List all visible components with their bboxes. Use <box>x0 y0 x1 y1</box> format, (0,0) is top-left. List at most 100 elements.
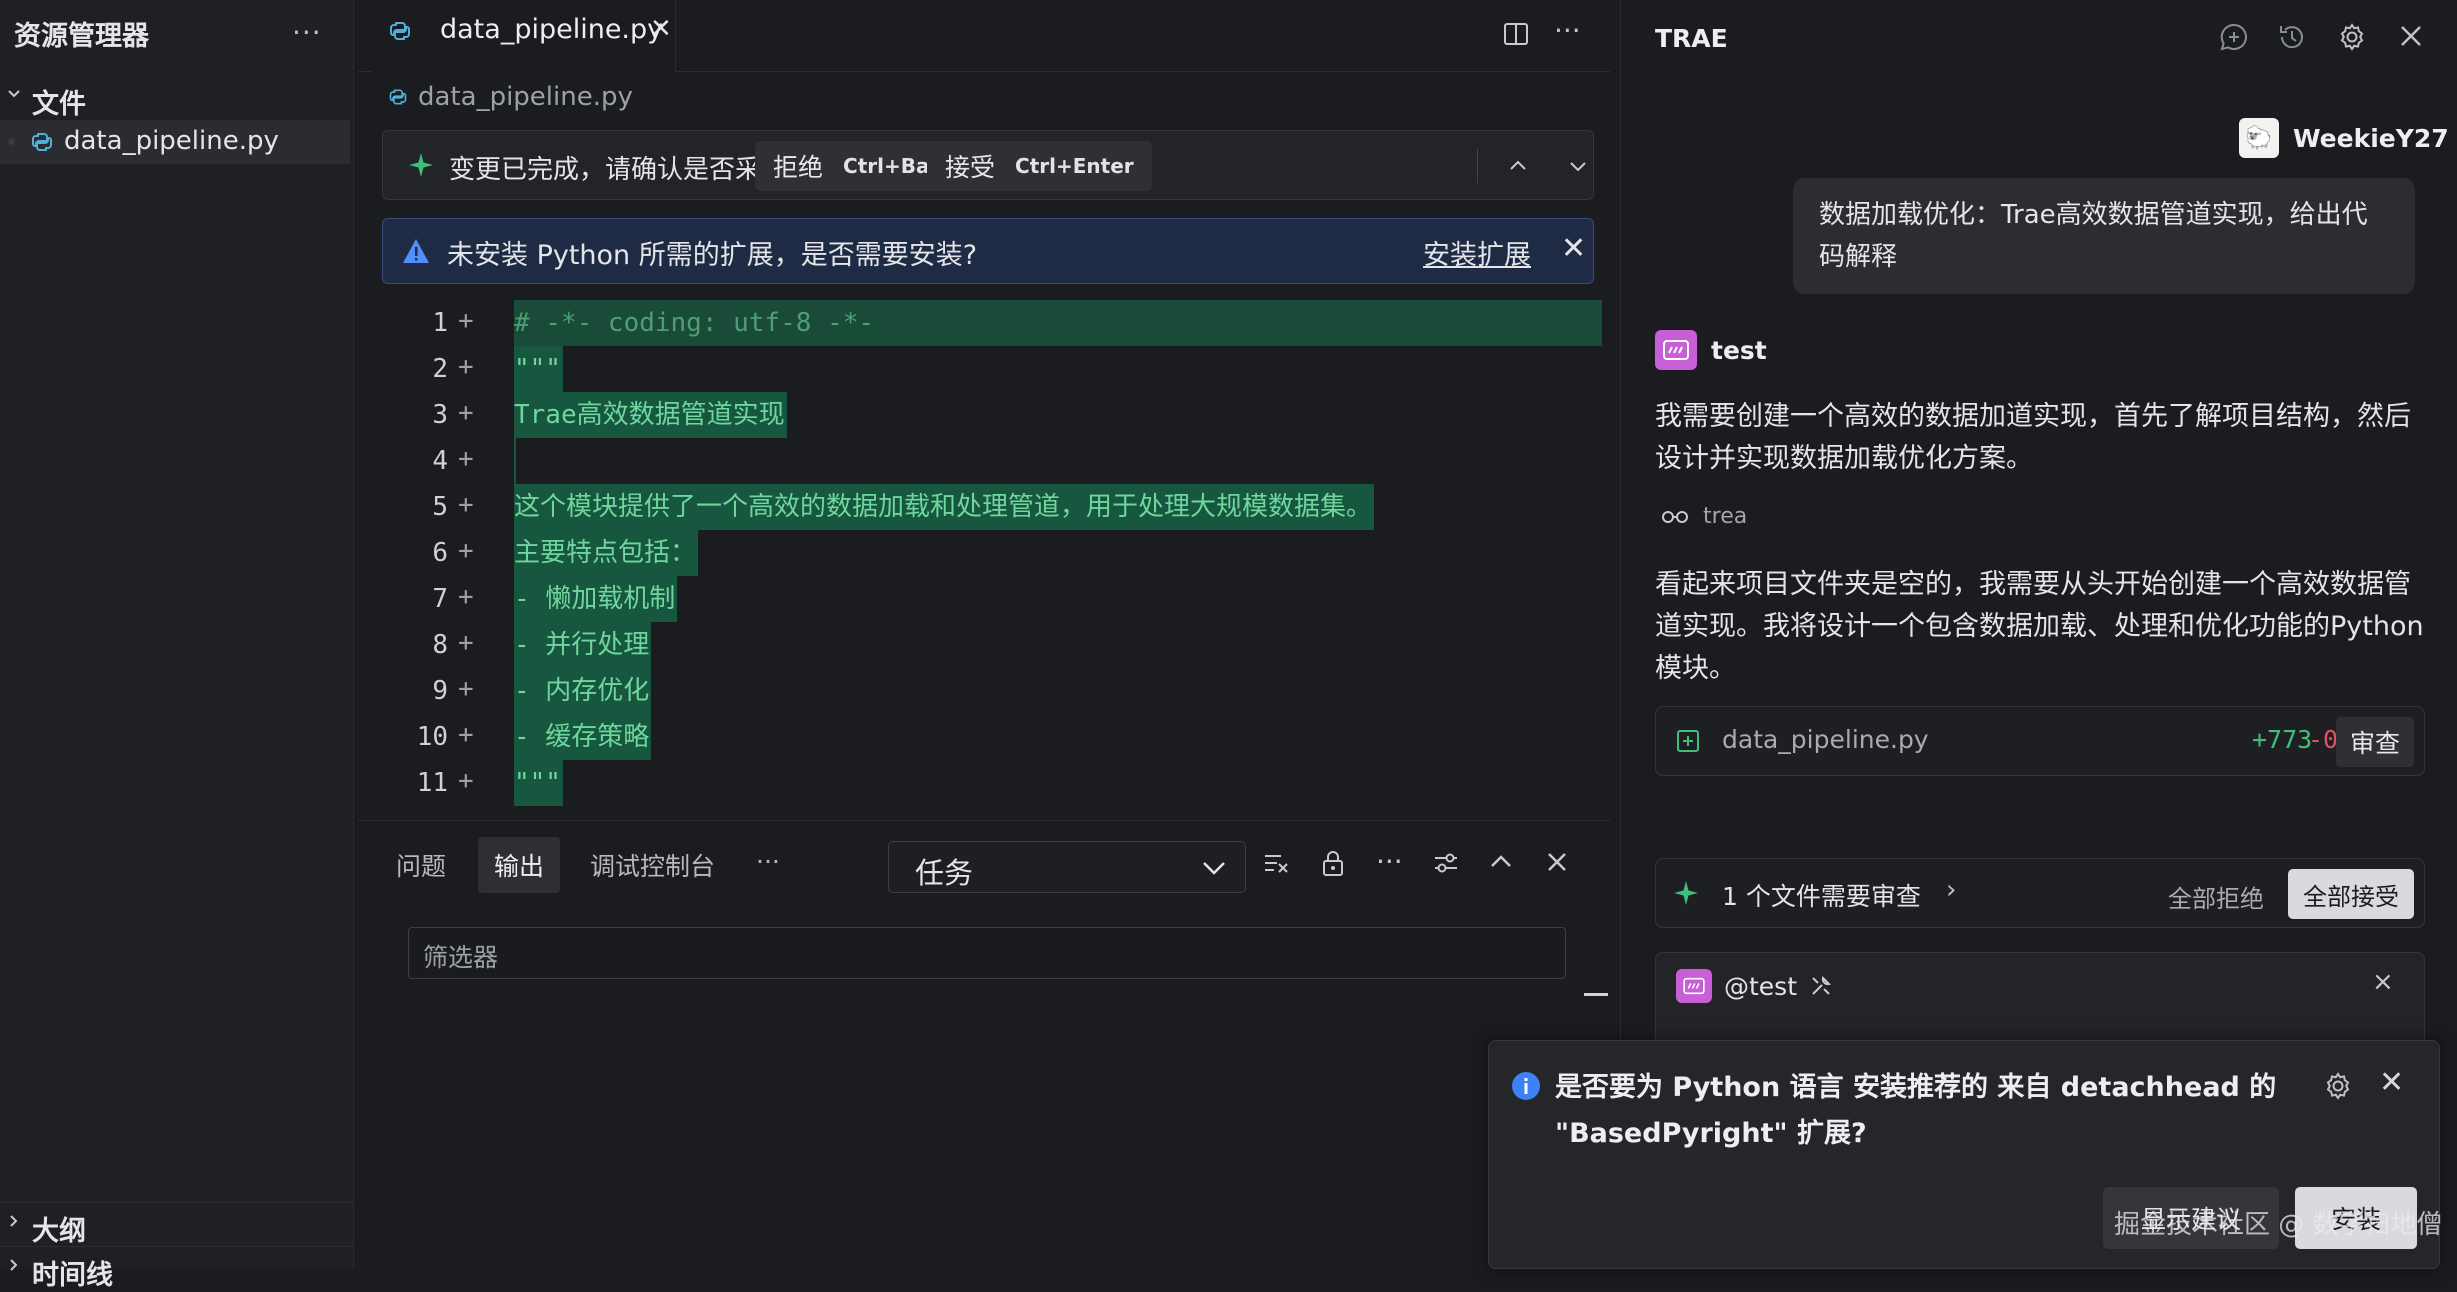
toast-close-button[interactable]: ✕ <box>2379 1065 2404 1100</box>
extension-notice-bar: 未安装 Python 所需的扩展，是否需要安装? 安装扩展 ✕ <box>382 218 1594 284</box>
code-line[interactable]: 4 + <box>358 438 1602 484</box>
lock-icon[interactable] <box>1320 849 1346 877</box>
more-actions-icon[interactable]: ··· <box>1376 845 1403 878</box>
line-number: 4 <box>432 446 448 476</box>
code-line[interactable]: 7 + - 懒加载机制 <box>358 576 1602 622</box>
code-text: """ <box>514 346 563 392</box>
added-line-marker: + <box>458 490 474 520</box>
reject-all-button[interactable]: 全部拒绝 <box>2168 879 2264 914</box>
added-line-marker: + <box>458 766 474 796</box>
code-text: - 缓存策略 <box>514 714 652 760</box>
tab-output[interactable]: 输出 <box>478 837 561 893</box>
lines-removed: -0 <box>2308 725 2339 754</box>
avatar: 🐑 <box>2239 118 2279 158</box>
code-line[interactable]: 3 + Trae高效数据管道实现 <box>358 392 1602 438</box>
files-section-header[interactable]: 文件 <box>0 78 354 120</box>
task-select[interactable]: 任务 <box>888 841 1246 893</box>
lines-added: +773 <box>2252 725 2313 754</box>
code-line[interactable]: 11 + """ <box>358 760 1602 806</box>
warning-icon <box>401 237 431 265</box>
code-line[interactable]: 8 + - 并行处理 <box>358 622 1602 668</box>
chevron-down-icon <box>6 86 22 102</box>
notice-message: 未安装 Python 所需的扩展，是否需要安装? <box>447 240 978 271</box>
editor-area: data_pipeline.py ✕ ··· data_pipeline.py … <box>358 0 1610 820</box>
outline-section-header[interactable]: 大纲 <box>0 1202 354 1247</box>
bot-header: test <box>1655 330 1767 370</box>
gear-icon[interactable] <box>2337 22 2367 52</box>
split-editor-icon[interactable] <box>1502 20 1530 48</box>
timeline-section-label: 时间线 <box>32 1260 113 1291</box>
added-line-marker: + <box>458 628 474 658</box>
accept-button[interactable]: 接受 Ctrl+Enter <box>927 141 1152 191</box>
pending-review-bar: 1 个文件需要审查 › 全部拒绝 全部接受 <box>1655 858 2425 928</box>
file-name: data_pipeline.py <box>64 126 279 156</box>
clear-output-icon[interactable] <box>1262 849 1290 877</box>
remove-mention-button[interactable]: × <box>2372 967 2394 997</box>
python-file-icon <box>388 19 412 43</box>
accept-label: 接受 <box>945 153 996 182</box>
bot-reply-text: 我需要创建一个高效的数据加道实现，首先了解项目结构，然后设计并实现数据加载优化方… <box>1655 401 2411 474</box>
python-file-icon <box>388 87 408 107</box>
code-line[interactable]: 1 + # -*- coding: utf-8 -*- <box>358 300 1602 346</box>
gear-icon[interactable] <box>2323 1071 2353 1101</box>
bottom-panel: 问题 输出 调试控制台 ··· 任务 ··· 筛选器 <box>358 820 1610 1269</box>
line-number: 9 <box>432 676 448 706</box>
install-extension-link[interactable]: 安装扩展 <box>1423 233 1531 272</box>
code-text: # -*- coding: utf-8 -*- <box>514 300 1602 346</box>
editor-more-button[interactable]: ··· <box>1554 14 1581 47</box>
tab-problems[interactable]: 问题 <box>396 847 446 883</box>
mention-text: @test <box>1724 971 1798 1001</box>
line-number: 3 <box>432 400 448 430</box>
maximize-panel-icon[interactable] <box>1488 849 1514 875</box>
chevron-right-icon[interactable]: › <box>1946 875 1956 905</box>
python-file-icon <box>30 130 54 154</box>
code-text: Trae高效数据管道实现 <box>514 392 787 438</box>
close-panel-icon[interactable] <box>1544 849 1570 875</box>
code-text: """ <box>514 760 563 806</box>
code-text: 主要特点包括： <box>514 530 699 576</box>
mention-chip: @test <box>1676 969 1833 1003</box>
close-icon[interactable] <box>2397 22 2425 50</box>
file-item-data-pipeline[interactable]: data_pipeline.py <box>0 120 350 164</box>
sparkle-icon <box>1672 879 1700 907</box>
reject-label: 拒绝 <box>773 153 824 182</box>
new-chat-icon[interactable] <box>2219 22 2249 52</box>
chevron-down-icon[interactable] <box>1567 155 1589 177</box>
history-icon[interactable] <box>2277 22 2307 52</box>
bot-avatar-icon <box>1676 969 1712 1003</box>
accept-all-button[interactable]: 全部接受 <box>2288 869 2414 919</box>
added-line-marker: + <box>458 582 474 612</box>
files-section-label: 文件 <box>32 89 86 120</box>
notice-close-button[interactable]: ✕ <box>1561 231 1586 266</box>
tab-data-pipeline[interactable]: data_pipeline.py ✕ <box>372 0 676 72</box>
code-line[interactable]: 9 + - 内存优化 <box>358 668 1602 714</box>
code-line[interactable]: 6 + 主要特点包括： <box>358 530 1602 576</box>
line-number: 5 <box>432 492 448 522</box>
tab-label: data_pipeline.py <box>440 14 664 45</box>
chevron-down-icon <box>1201 858 1227 878</box>
breadcrumb[interactable]: data_pipeline.py <box>388 82 633 112</box>
changed-file-card[interactable]: data_pipeline.py +773 -0 审查 <box>1655 706 2425 776</box>
tab-close-button[interactable]: ✕ <box>650 14 672 44</box>
filter-input[interactable]: 筛选器 <box>408 927 1566 979</box>
panel-more-button[interactable]: ··· <box>756 847 780 876</box>
chevron-up-icon[interactable] <box>1507 155 1529 177</box>
pending-review-text[interactable]: 1 个文件需要审查 <box>1722 877 1921 913</box>
code-view[interactable]: 1 + # -*- coding: utf-8 -*- 2 + """ 3 + Trae高效数据… <box>358 300 1602 814</box>
line-number: 11 <box>416 768 448 798</box>
code-line[interactable]: 2 + """ <box>358 346 1602 392</box>
watermark: 掘金技术社区 @ 数字扫地僧 <box>2114 1210 2443 1240</box>
explorer-more-button[interactable]: ··· <box>292 16 322 49</box>
added-line-marker: + <box>458 306 474 336</box>
bot-reply-text: 看起来项目文件夹是空的，我需要从头开始创建一个高效数据管道实现。我将设计一个包含… <box>1655 569 2424 684</box>
code-line[interactable]: 5 + 这个模块提供了一个高效的数据加载和处理管道，用于处理大规模数据集。 <box>358 484 1602 530</box>
file-added-icon <box>1676 729 1700 753</box>
settings-sliders-icon[interactable] <box>1432 849 1460 877</box>
review-button[interactable]: 审查 <box>2336 717 2414 767</box>
line-number: 10 <box>416 722 448 752</box>
bot-name: test <box>1711 335 1767 365</box>
timeline-section-header[interactable]: 时间线 <box>0 1246 354 1291</box>
thinking-step[interactable]: trea <box>1661 504 1747 529</box>
code-line[interactable]: 10 + - 缓存策略 <box>358 714 1602 760</box>
tab-debug-console[interactable]: 调试控制台 <box>590 847 715 883</box>
